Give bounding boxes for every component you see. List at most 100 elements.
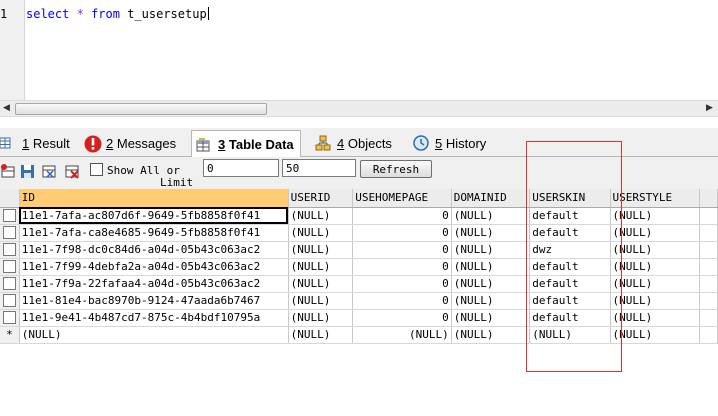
star-operator: * <box>76 7 84 21</box>
tab-history[interactable]: 5 History <box>413 131 486 155</box>
cell-usehomepage[interactable]: 0 <box>352 241 452 259</box>
highlight-annotation-box <box>526 141 622 372</box>
cell-domainid[interactable]: (NULL) <box>451 207 531 225</box>
limit-label: Limit <box>160 176 194 189</box>
cell-userid[interactable]: (NULL) <box>288 275 354 293</box>
sql-query-text[interactable]: select * from t_usersetup <box>26 7 209 21</box>
tab-objects[interactable]: 4 Objects <box>315 131 392 155</box>
cell-userstyle[interactable]: (NULL) <box>610 224 700 242</box>
keyword-select: select <box>26 7 70 21</box>
cell-domainid[interactable]: (NULL) <box>451 258 531 276</box>
cell-userid[interactable]: (NULL) <box>288 258 354 276</box>
row-selector[interactable] <box>0 258 20 276</box>
row-selector[interactable] <box>0 292 20 310</box>
cell-userstyle[interactable]: (NULL) <box>610 292 700 310</box>
row-checkbox[interactable] <box>2 242 16 256</box>
cell-domainid[interactable]: (NULL) <box>451 275 531 293</box>
cell-usehomepage[interactable]: 0 <box>352 275 452 293</box>
info-icon <box>84 135 102 153</box>
tab-number: 4 <box>337 135 345 151</box>
cell-usehomepage[interactable]: 0 <box>352 207 452 225</box>
scroll-right-arrow-icon[interactable]: ▶ <box>703 101 716 116</box>
cell-userid[interactable]: (NULL) <box>288 309 354 327</box>
cell-userstyle[interactable]: (NULL) <box>610 207 700 225</box>
cell-id[interactable]: 11e1-7afa-ac807d6f-9649-5fb8858f0f41 <box>19 207 289 225</box>
cell-userid[interactable]: (NULL) <box>288 326 354 344</box>
tab-number: 3 <box>218 137 226 152</box>
cell-id[interactable]: 11e1-81e4-bac8970b-9124-47aada6b7467 <box>19 292 289 310</box>
cell-usehomepage[interactable]: (NULL) <box>352 326 452 344</box>
cell-userstyle[interactable]: (NULL) <box>610 326 700 344</box>
tab-label: Objects <box>347 135 392 151</box>
cell-usehomepage[interactable]: 0 <box>352 258 452 276</box>
cell-userid[interactable]: (NULL) <box>288 224 354 242</box>
cell-usehomepage[interactable]: 0 <box>352 292 452 310</box>
cell-userid[interactable]: (NULL) <box>288 241 354 259</box>
line-number: 1 <box>0 7 8 21</box>
row-selector[interactable] <box>0 207 20 225</box>
cell-domainid[interactable]: (NULL) <box>451 224 531 242</box>
editor-horizontal-scrollbar[interactable]: ◀ ▶ <box>0 100 718 117</box>
cell-domainid[interactable]: (NULL) <box>451 292 531 310</box>
row-selector-header <box>0 189 20 208</box>
column-header-userid[interactable]: USERID <box>288 189 354 208</box>
tab-number: 1 <box>22 135 30 151</box>
column-header-id[interactable]: ID <box>19 189 289 208</box>
tab-number: 2 <box>106 135 114 151</box>
row-selector[interactable] <box>0 241 20 259</box>
column-header-usehomepage[interactable]: USEHOMEPAGE <box>352 189 452 208</box>
cell-id[interactable]: (NULL) <box>19 326 289 344</box>
delete-row-icon[interactable] <box>64 163 81 180</box>
row-checkbox[interactable] <box>2 259 16 273</box>
column-header-userstyle[interactable]: USERSTYLE <box>610 189 700 208</box>
scrollbar-thumb[interactable] <box>15 103 267 115</box>
save-icon[interactable] <box>19 163 36 180</box>
cell-usehomepage[interactable]: 0 <box>352 309 452 327</box>
cell-userstyle[interactable]: (NULL) <box>610 258 700 276</box>
objects-icon <box>315 135 331 151</box>
line-gutter: 1 <box>0 0 25 100</box>
cell-id[interactable]: 11e1-7f99-4debfa2a-a04d-05b43c063ac2 <box>19 258 289 276</box>
tab-label: History <box>445 135 487 151</box>
cell-usehomepage[interactable]: 0 <box>352 224 452 242</box>
cell-id[interactable]: 11e1-7f9a-22fafaa4-a04d-05b43c063ac2 <box>19 275 289 293</box>
row-checkbox[interactable] <box>2 310 16 324</box>
scroll-left-arrow-icon[interactable]: ◀ <box>0 101 13 116</box>
row-selector[interactable] <box>0 309 20 327</box>
cell-userid[interactable]: (NULL) <box>288 292 354 310</box>
text-caret <box>207 7 209 20</box>
cell-userstyle[interactable]: (NULL) <box>610 309 700 327</box>
cell-userstyle[interactable]: (NULL) <box>610 275 700 293</box>
limit-start-input[interactable]: 0 <box>203 159 279 177</box>
cell-id[interactable]: 11e1-9e41-4b487cd7-875c-4b4bdf10795a <box>19 309 289 327</box>
row-selector[interactable] <box>0 275 20 293</box>
tab-table-data[interactable]: 3 Table Data <box>191 130 301 158</box>
cancel-changes-icon[interactable] <box>41 163 58 180</box>
cell-domainid[interactable]: (NULL) <box>451 326 531 344</box>
cell-id[interactable]: 11e1-7f98-dc0c84d6-a04d-05b43c063ac2 <box>19 241 289 259</box>
row-checkbox[interactable] <box>2 293 16 307</box>
cell-overflow <box>699 275 718 293</box>
row-selector[interactable] <box>0 224 20 242</box>
checkbox-box[interactable] <box>90 163 103 176</box>
tab-result[interactable]: 1 Result <box>0 131 70 155</box>
cell-userstyle[interactable]: (NULL) <box>610 241 700 259</box>
cell-userid[interactable]: (NULL) <box>288 207 354 225</box>
cell-id[interactable]: 11e1-7afa-ca8e4685-9649-5fb8858f0f41 <box>19 224 289 242</box>
row-checkbox[interactable] <box>2 208 16 222</box>
cell-domainid[interactable]: (NULL) <box>451 241 531 259</box>
refresh-button[interactable]: Refresh <box>360 160 432 178</box>
cell-domainid[interactable]: (NULL) <box>451 309 531 327</box>
row-checkbox[interactable] <box>2 276 16 290</box>
column-header-overflow <box>699 189 718 208</box>
new-row-marker: * <box>0 326 20 344</box>
tab-label: Messages <box>116 135 177 151</box>
grid-icon <box>0 135 16 151</box>
cell-overflow <box>699 207 718 225</box>
limit-count-input[interactable]: 50 <box>282 159 356 177</box>
cell-overflow <box>699 292 718 310</box>
tab-messages[interactable]: 2 Messages <box>84 131 176 155</box>
column-header-domainid[interactable]: DOMAINID <box>451 189 531 208</box>
insert-row-icon[interactable] <box>0 163 17 180</box>
row-checkbox[interactable] <box>2 225 16 239</box>
